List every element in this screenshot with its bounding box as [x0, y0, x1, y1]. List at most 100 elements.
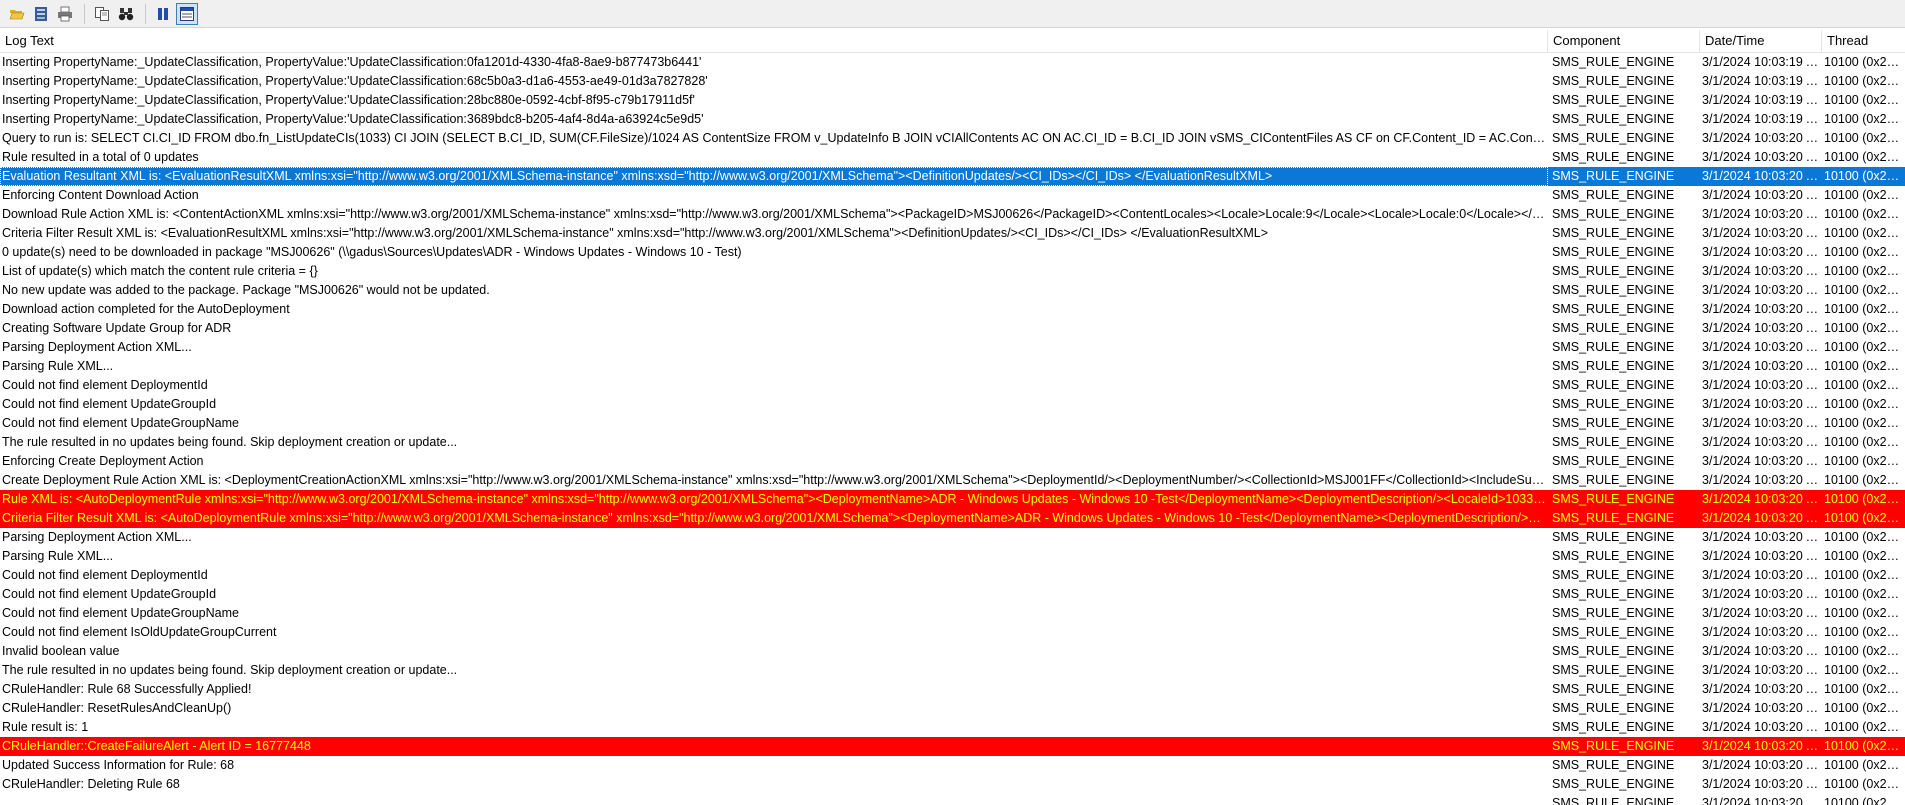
log-text-cell: Rule resulted in a total of 0 updates [2, 150, 199, 164]
pause-button[interactable] [152, 3, 174, 25]
log-row[interactable]: Could not find element DeploymentId SMS_R… [0, 566, 1905, 585]
datetime-cell: 3/1/2024 10:03:20 AM [1702, 131, 1820, 145]
thread-cell: 10100 (0x2774 [1824, 207, 1905, 221]
toolbar [0, 0, 1905, 28]
log-text-cell: Could not find element DeploymentId [2, 568, 208, 582]
log-text-cell: Could not find element UpdateGroupId [2, 397, 217, 411]
find-button[interactable] [115, 3, 137, 25]
log-row[interactable]: Criteria Filter Result XML is: <AutoDepl… [0, 509, 1905, 528]
log-row[interactable]: Rule XML is: <AutoDeploymentRule xmlns:x… [0, 490, 1905, 509]
thread-cell: 10100 (0x2774 [1824, 131, 1905, 145]
log-row[interactable]: List of update(s) which match the conten… [0, 262, 1905, 281]
log-text-cell [0, 794, 1548, 805]
log-row[interactable]: Create Deployment Rule Action XML is: <D… [0, 471, 1905, 490]
datetime-cell: 3/1/2024 10:03:20 AM [1702, 169, 1820, 183]
log-row[interactable]: The rule resulted in no updates being fo… [0, 661, 1905, 680]
datetime-cell: 3/1/2024 10:03:19 AM [1702, 55, 1820, 69]
thread-cell: 10100 (0x2774 [1824, 644, 1905, 658]
log-row[interactable]: 0 update(s) need to be downloaded in pac… [0, 243, 1905, 262]
column-header-datetime[interactable]: Date/Time [1700, 30, 1822, 52]
log-row[interactable]: CRuleHandler::CreateFailureAlert - Alert… [0, 737, 1905, 756]
component-cell: SMS_RULE_ENGINE [1552, 93, 1675, 107]
datetime-cell: 3/1/2024 10:03:20 AM [1702, 758, 1820, 772]
log-row[interactable]: Parsing Deployment Action XML... SMS_RULE… [0, 338, 1905, 357]
log-text-cell: Parsing Deployment Action XML... [2, 340, 192, 354]
log-row[interactable]: Could not find element DeploymentId SMS_R… [0, 376, 1905, 395]
log-row[interactable]: Inserting PropertyName:_UpdateClassifica… [0, 91, 1905, 110]
log-row[interactable]: Rule resulted in a total of 0 updates SMS… [0, 148, 1905, 167]
log-row[interactable]: Could not find element IsOldUpdateGroupC… [0, 623, 1905, 642]
column-header-component[interactable]: Component [1548, 30, 1700, 52]
thread-cell: 10100 (0x2774 [1824, 150, 1905, 164]
thread-cell: 10100 (0x2774 [1824, 492, 1905, 506]
log-row[interactable]: Parsing Rule XML... SMS_RULE_ENGINE 3/1/20… [0, 547, 1905, 566]
datetime-cell: 3/1/2024 10:03:20 AM [1702, 302, 1820, 316]
component-cell: SMS_RULE_ENGINE [1552, 625, 1675, 639]
log-row[interactable]: Enforcing Create Deployment Action SMS_RU… [0, 452, 1905, 471]
print-button[interactable] [54, 3, 76, 25]
log-row[interactable]: Parsing Deployment Action XML... SMS_RULE… [0, 528, 1905, 547]
thread-cell: 10100 (0x2774 [1824, 169, 1905, 183]
log-text-cell: Enforcing Create Deployment Action [2, 454, 204, 468]
log-row[interactable]: Download action completed for the AutoDe… [0, 300, 1905, 319]
column-header-log-text[interactable]: Log Text [0, 30, 1548, 52]
component-cell: SMS_RULE_ENGINE [1552, 473, 1675, 487]
log-row[interactable]: Download Rule Action XML is: <ContentAct… [0, 205, 1905, 224]
datetime-cell: 3/1/2024 10:03:20 AM [1702, 549, 1820, 563]
log-row[interactable]: Parsing Rule XML... SMS_RULE_ENGINE 3/1/20… [0, 357, 1905, 376]
component-cell: SMS_RULE_ENGINE [1552, 74, 1675, 88]
log-row[interactable]: CRuleHandler: Deleting Rule 68 SMS_RULE_E… [0, 775, 1905, 794]
log-row[interactable]: Creating Software Update Group for ADR SM… [0, 319, 1905, 338]
log-row[interactable]: Could not find element UpdateGroupName SM… [0, 604, 1905, 623]
log-row[interactable]: Query to run is: SELECT CI.CI_ID FROM db… [0, 129, 1905, 148]
thread-cell: 10100 (0x2774 [1824, 359, 1905, 373]
thread-cell: 10100 (0x2774 [1824, 188, 1905, 202]
log-row[interactable]: Could not find element UpdateGroupId SMS_… [0, 585, 1905, 604]
datetime-cell: 3/1/2024 10:03:20 AM [1702, 568, 1820, 582]
log-row[interactable]: Inserting PropertyName:_UpdateClassifica… [0, 110, 1905, 129]
column-header-thread[interactable]: Thread [1822, 30, 1905, 52]
open-server-button[interactable] [30, 3, 52, 25]
log-row[interactable]: Rule result is: 1 SMS_RULE_ENGINE 3/1/2024… [0, 718, 1905, 737]
log-row[interactable]: No new update was added to the package. … [0, 281, 1905, 300]
datetime-cell: 3/1/2024 10:03:20 AM [1702, 511, 1820, 525]
log-row[interactable]: Inserting PropertyName:_UpdateClassifica… [0, 53, 1905, 72]
component-cell: SMS_RULE_ENGINE [1552, 340, 1675, 354]
log-row[interactable]: CRuleHandler: ResetRulesAndCleanUp() SMS_… [0, 699, 1905, 718]
log-row[interactable]: Inserting PropertyName:_UpdateClassifica… [0, 72, 1905, 91]
thread-cell: 10100 (0x2774 [1824, 93, 1905, 107]
datetime-cell: 3/1/2024 10:03:19 AM [1702, 93, 1820, 107]
log-row[interactable]: Could not find element UpdateGroupId SMS_… [0, 395, 1905, 414]
thread-cell: 10100 (0x2774 [1824, 264, 1905, 278]
datetime-cell: 3/1/2024 10:03:19 AM [1702, 74, 1820, 88]
component-cell: SMS_RULE_ENGINE [1552, 131, 1675, 145]
log-row[interactable]: Could not find element UpdateGroupName SM… [0, 414, 1905, 433]
log-text-cell: CRuleHandler::CreateFailureAlert - Alert… [2, 739, 311, 753]
component-cell: SMS_RULE_ENGINE [1552, 359, 1675, 373]
log-row[interactable]: Criteria Filter Result XML is: <Evaluati… [0, 224, 1905, 243]
thread-cell: 10100 (0x2774 [1824, 416, 1905, 430]
details-pane-toggle-button[interactable] [176, 2, 198, 25]
log-text-cell: CRuleHandler: Deleting Rule 68 [2, 777, 180, 791]
component-cell: SMS_RULE_ENGINE [1552, 492, 1675, 506]
component-cell: SMS_RULE_ENGINE [1552, 416, 1675, 430]
component-cell: SMS_RULE_ENGINE [1552, 112, 1675, 126]
datetime-cell: 3/1/2024 10:03:20 AM [1702, 796, 1820, 805]
log-row[interactable]: Enforcing Content Download Action SMS_RUL… [0, 186, 1905, 205]
log-text-cell: Inserting PropertyName:_UpdateClassifica… [2, 93, 695, 107]
log-text-cell: Parsing Deployment Action XML... [2, 530, 192, 544]
component-cell: SMS_RULE_ENGINE [1552, 682, 1675, 696]
component-cell: SMS_RULE_ENGINE [1552, 302, 1675, 316]
datetime-cell: 3/1/2024 10:03:20 AM [1702, 245, 1820, 259]
log-row[interactable]: Evaluation Resultant XML is: <Evaluation… [0, 167, 1905, 186]
log-row[interactable]: The rule resulted in no updates being fo… [0, 433, 1905, 452]
copy-button[interactable] [91, 3, 113, 25]
log-row[interactable]: Updated Success Information for Rule: 68… [0, 756, 1905, 775]
log-row[interactable]: Invalid boolean value SMS_RULE_ENGINE 3/1/… [0, 642, 1905, 661]
log-text-cell: Query to run is: SELECT CI.CI_ID FROM db… [2, 131, 1548, 145]
component-cell: SMS_RULE_ENGINE [1552, 701, 1675, 715]
open-folder-button[interactable] [6, 3, 28, 25]
log-row[interactable]: CRuleHandler: Rule 68 Successfully Appli… [0, 680, 1905, 699]
log-text-cell: Could not find element UpdateGroupName [2, 606, 239, 620]
log-row[interactable]: SMS_RULE_ENGINE 3/1/2024 10:03:20 AM 10100… [0, 794, 1905, 805]
